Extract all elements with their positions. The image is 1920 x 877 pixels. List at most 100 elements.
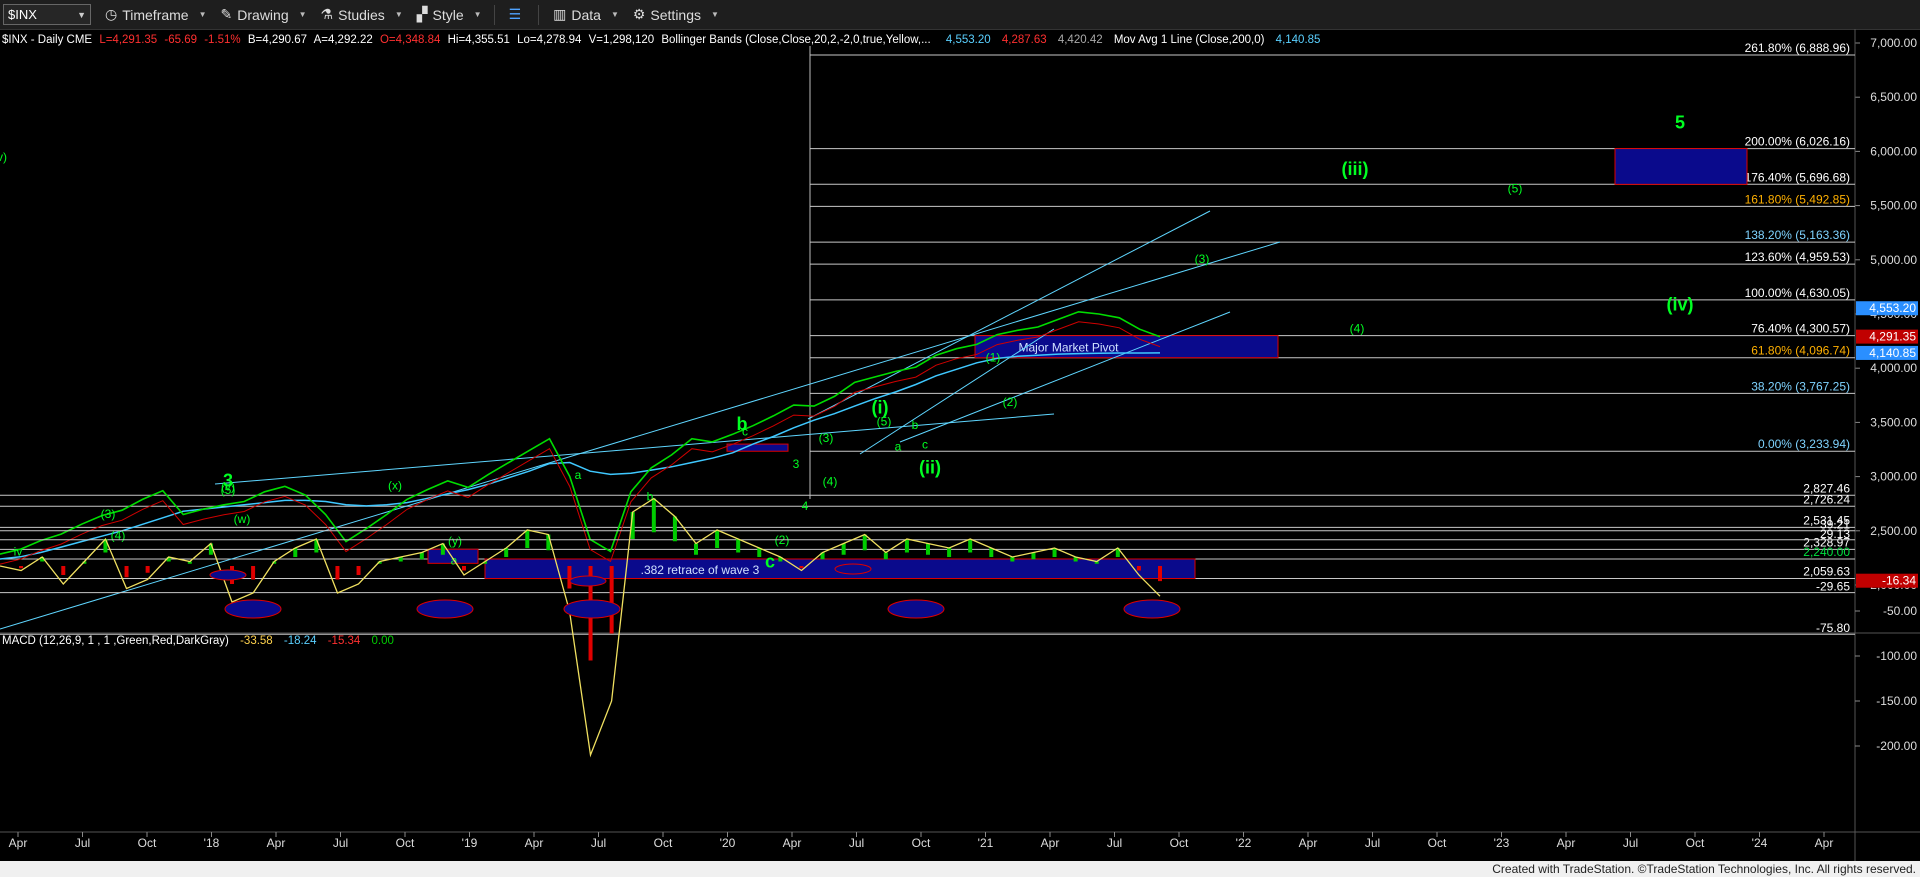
macd-hist-bar — [1136, 566, 1141, 571]
time-tick-label: Oct — [138, 836, 157, 850]
wave-label: 4 — [802, 499, 809, 513]
time-tick-label: '19 — [462, 836, 478, 850]
box-label: .382 retrace of wave 3 — [641, 563, 760, 577]
ma200-line — [0, 352, 1161, 560]
time-tick-label: Apr — [267, 836, 286, 850]
macd-hist-bar — [862, 534, 867, 551]
macd-current-tag-label: -16.34 — [1882, 574, 1916, 588]
price-tick-label: 3,500.00 — [1870, 415, 1917, 429]
time-tick-label: Jul — [591, 836, 606, 850]
macd-hist-bar — [546, 534, 551, 551]
time-tick-label: '24 — [1752, 836, 1768, 850]
price-tick-label: 2,500.00 — [1870, 524, 1917, 538]
time-tick-label: Oct — [912, 836, 931, 850]
wave-label: 5 — [1675, 113, 1685, 133]
studies-button[interactable]: ⚗ Studies ▼ — [321, 0, 403, 29]
time-tick-label: '18 — [204, 836, 220, 850]
time-tick-label: Apr — [1815, 836, 1834, 850]
macd-hist-bar — [1031, 552, 1036, 560]
time-tick-label: Jul — [75, 836, 90, 850]
footer-credit: Created with TradeStation. ©TradeStation… — [0, 861, 1920, 877]
macd-hist-bar — [651, 498, 656, 533]
level-label: 61.80% (4,096.74) — [1751, 344, 1850, 358]
price-tags: 4,553.20 4,291.35 4,140.85 — [1856, 301, 1918, 360]
time-tick-label: Oct — [654, 836, 673, 850]
chevron-down-icon: ▼ — [711, 10, 719, 19]
target-box — [726, 443, 789, 452]
level-label: 38.20% (3,767.25) — [1751, 379, 1850, 393]
wave-label: (4) — [1350, 321, 1365, 335]
macd-tick-label: -50.00 — [1883, 604, 1917, 618]
time-tick-label: Apr — [783, 836, 802, 850]
time-tick-label: Jul — [1623, 836, 1638, 850]
macd-hist-bar — [567, 566, 572, 589]
style-label: Style — [432, 6, 464, 23]
timeframe-button[interactable]: ◷ Timeframe ▼ — [105, 0, 207, 29]
layout-icon: ☰ — [508, 6, 522, 22]
layout-button[interactable]: ☰ — [509, 0, 527, 29]
clock-icon: ◷ — [105, 6, 118, 22]
pencil-icon: ✎ — [220, 6, 233, 22]
wave-label: (5) — [221, 483, 236, 497]
timeframe-label: Timeframe — [122, 6, 189, 23]
macd-hist-bar — [989, 548, 994, 557]
macd-line — [0, 497, 1161, 758]
wave-label: (1) — [986, 351, 1001, 365]
macd-tick-label: -150.00 — [1876, 694, 1917, 708]
price-tick-label: 6,500.00 — [1870, 90, 1917, 104]
settings-button[interactable]: ⚙ Settings ▼ — [633, 0, 719, 29]
level-label: 261.80% (6,888.96) — [1745, 41, 1850, 55]
trendline — [859, 328, 1055, 455]
oversold-ellipse — [887, 599, 945, 619]
price-tag-label: 4,553.20 — [1869, 301, 1916, 315]
macd-tick-label: -100.00 — [1876, 649, 1917, 663]
flask-icon: ⚗ — [320, 6, 334, 22]
data-button[interactable]: ▥ Data ▼ — [553, 0, 619, 29]
macd-hist-bar — [968, 539, 973, 553]
chevron-down-icon: ▼ — [473, 10, 482, 19]
macd-hist-bar — [736, 539, 741, 553]
time-axis: Apr Jul Oct '18 Apr Jul Oct '19 Apr Jul Oct '20 Apr J… — [0, 831, 1920, 850]
time-tick-label: '21 — [978, 836, 994, 850]
macd-hist-bar — [757, 548, 762, 557]
chevron-down-icon: ▼ — [610, 10, 619, 19]
toolbar-divider — [538, 4, 540, 25]
wave-label: (x) — [388, 479, 402, 493]
style-button[interactable]: ▞ Style ▼ — [417, 0, 482, 29]
macd-hist-bar — [904, 539, 909, 553]
macd-hist-bar — [335, 566, 340, 580]
time-tick-label: '20 — [720, 836, 736, 850]
symbol-selector[interactable]: $INX ▼ — [3, 4, 91, 25]
level-label: 0.00% (3,233.94) — [1758, 437, 1850, 451]
macd-hist-bar — [672, 516, 677, 542]
wave-labels: 3(v)(5)(3)(4)iv(w)(x)a(y)bcabc(i)(ii)(3)… — [0, 113, 1694, 572]
wave-label: 3 — [793, 457, 800, 471]
price-chart[interactable]: $INX - Daily CME L=4,291.35 -65.69 -1.51… — [0, 29, 1920, 861]
price-axis: 7,000.00 6,500.00 6,000.00 5,500.00 5,000.00… — [1854, 29, 1917, 861]
level-label: 2,240.00 — [1803, 545, 1850, 559]
price-tick-label: 5,000.00 — [1870, 253, 1917, 267]
level-label: 161.80% (5,492.85) — [1745, 192, 1850, 206]
level-label: 2,059.63 — [1803, 565, 1850, 579]
price-tag-label: 4,140.85 — [1869, 346, 1916, 360]
macd-hist-bar — [1158, 566, 1162, 582]
wave-label: (5) — [877, 415, 892, 429]
wave-label: (ii) — [919, 457, 941, 477]
macd-hist-bar — [715, 530, 720, 548]
style-icon: ▞ — [416, 6, 428, 22]
wave-label: (4) — [823, 474, 838, 488]
macd-hist-bar — [61, 566, 66, 575]
oversold-ellipse — [1123, 599, 1181, 619]
level-label: 123.60% (4,959.53) — [1745, 250, 1850, 264]
time-tick-label: Apr — [525, 836, 544, 850]
chevron-down-icon: ▼ — [298, 10, 307, 19]
macd-level-label: -75.80 — [1816, 621, 1850, 635]
wave-label: b — [912, 418, 919, 432]
macd-hist-bar — [1052, 548, 1057, 557]
macd-hist-bar — [356, 566, 361, 575]
macd-hist-bar — [799, 566, 804, 569]
toolbar-divider — [493, 4, 495, 25]
drawing-button[interactable]: ✎ Drawing ▼ — [221, 0, 307, 29]
time-tick-label: Apr — [1041, 836, 1060, 850]
target-boxes: .382 retrace of wave 3Major Market Pivot — [427, 148, 1748, 580]
